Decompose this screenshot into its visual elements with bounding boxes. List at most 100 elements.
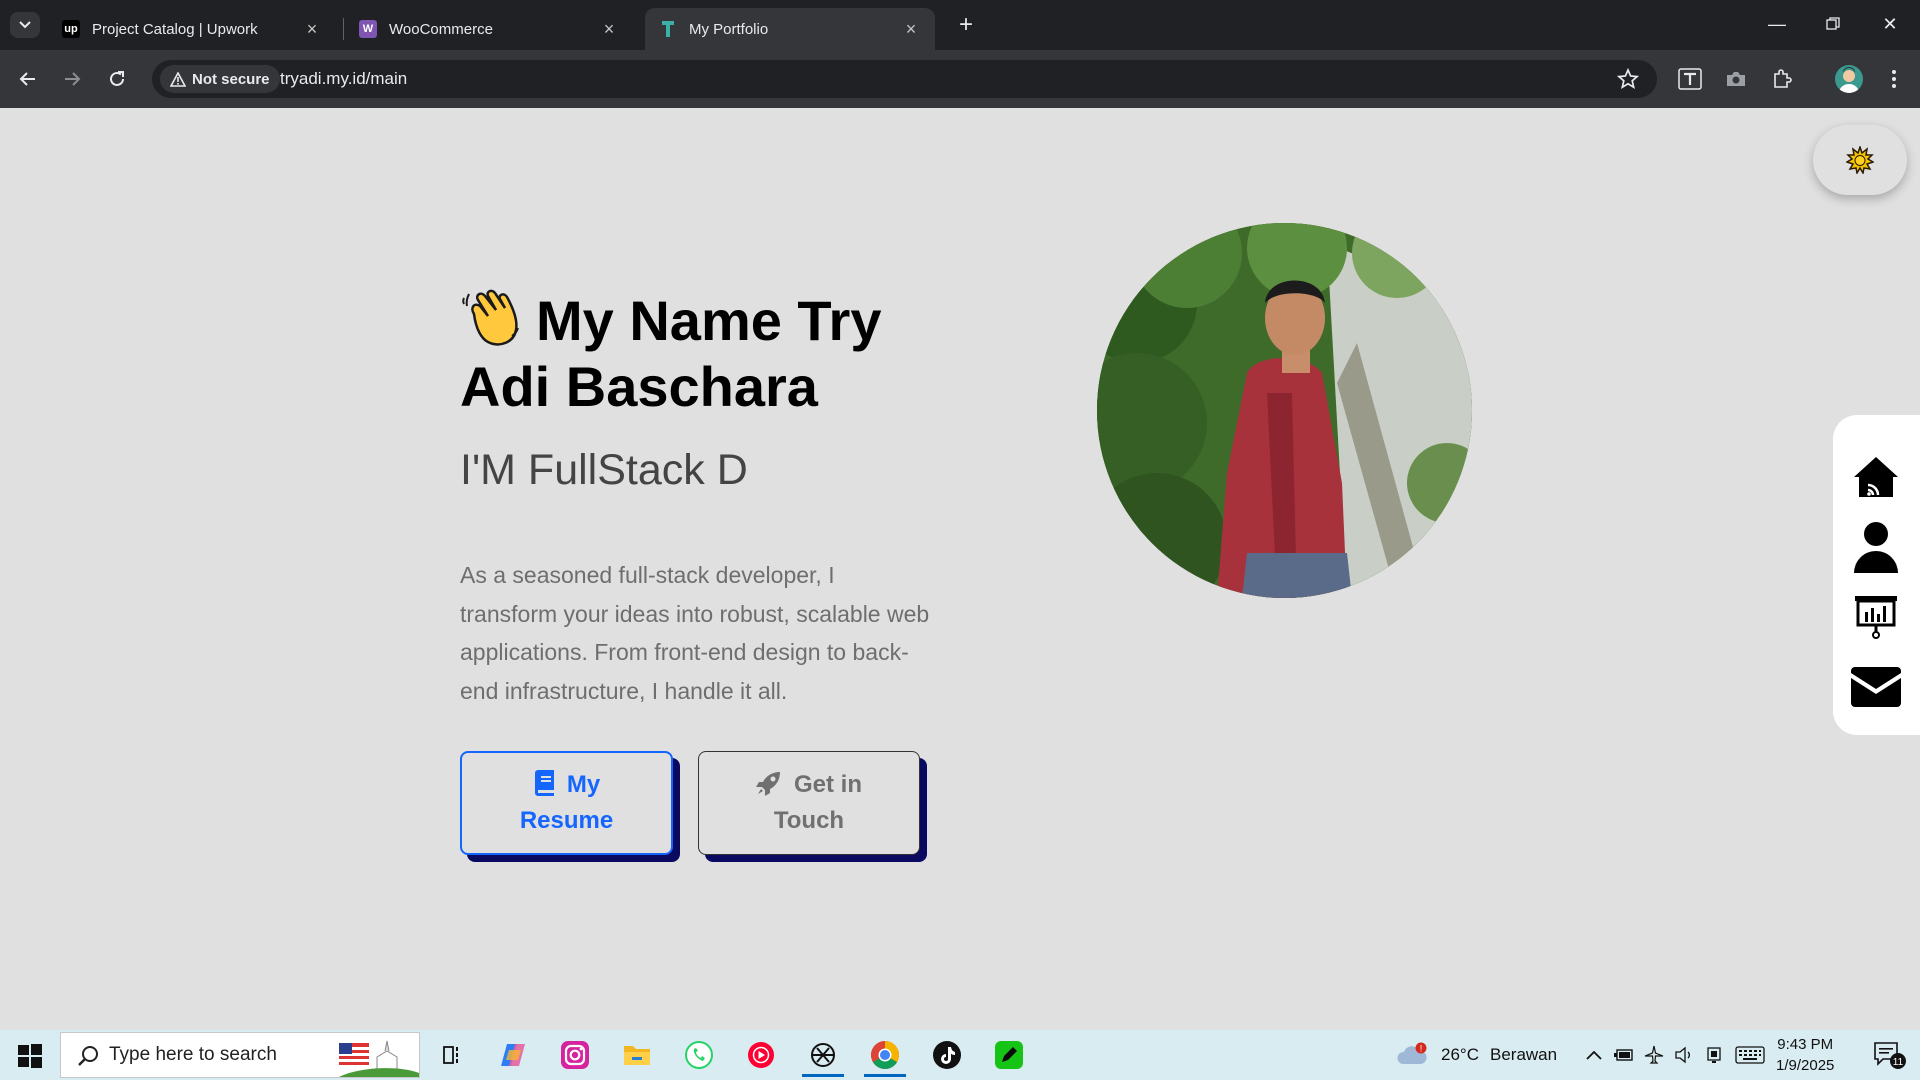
- text-icon: [1678, 68, 1702, 90]
- envelope-icon: [1851, 667, 1901, 707]
- theme-toggle-button[interactable]: [1813, 125, 1907, 195]
- nav-contact-button[interactable]: [1849, 660, 1903, 714]
- my-resume-button[interactable]: My Resume: [460, 751, 673, 855]
- minimize-button[interactable]: —: [1757, 10, 1797, 38]
- puzzle-icon: [1774, 69, 1792, 88]
- close-icon[interactable]: ×: [302, 19, 322, 40]
- tab-title: Project Catalog | Upwork: [92, 20, 258, 38]
- copilot-icon: [501, 1044, 525, 1066]
- new-tab-button[interactable]: +: [952, 12, 980, 40]
- copilot-app[interactable]: [486, 1033, 540, 1077]
- camera-icon: [1727, 72, 1745, 86]
- keyboard-tray[interactable]: [1732, 1033, 1768, 1077]
- arrow-left-icon: [19, 72, 35, 86]
- url-text[interactable]: tryadi.my.id/main: [280, 69, 407, 89]
- search-placeholder: Type here to search: [109, 1044, 277, 1065]
- browser-menu-button[interactable]: [1880, 65, 1908, 93]
- airplane-mode-tray[interactable]: [1642, 1033, 1666, 1077]
- cloud-icon: !: [1397, 1042, 1427, 1064]
- forward-button[interactable]: [58, 65, 86, 93]
- notification-count-badge: 11: [1893, 1057, 1904, 1068]
- tab-my-portfolio[interactable]: My Portfolio ×: [645, 8, 935, 50]
- portfolio-icon: [659, 20, 677, 38]
- green-app[interactable]: [982, 1033, 1036, 1077]
- warning-icon: [170, 71, 186, 87]
- resume-label-line2: Resume: [519, 807, 614, 834]
- security-indicator[interactable]: Not secure: [160, 65, 280, 93]
- close-window-button[interactable]: ✕: [1870, 10, 1910, 38]
- airplane-icon: [1644, 1045, 1664, 1064]
- folder-icon: [624, 1046, 650, 1065]
- windows-taskbar: Type here to search ! 26°C Berawan 9:43 …: [0, 1030, 1920, 1080]
- windows-icon: [18, 1044, 42, 1068]
- notification-icon: 11: [1874, 1042, 1906, 1069]
- battery-icon: [1614, 1049, 1633, 1061]
- presentation-icon: [1855, 596, 1897, 639]
- display-tray[interactable]: [1702, 1033, 1726, 1077]
- nav-home-button[interactable]: [1849, 450, 1903, 504]
- battery-tray[interactable]: [1612, 1033, 1636, 1077]
- tab-title: My Portfolio: [689, 20, 769, 38]
- taskbar-search[interactable]: Type here to search: [60, 1032, 420, 1078]
- touch-label-line1: Get in: [793, 771, 862, 798]
- more-vert-icon: [1892, 70, 1896, 88]
- instagram-app[interactable]: [548, 1033, 602, 1077]
- touch-label-line2: Touch: [773, 807, 845, 834]
- close-icon[interactable]: ×: [901, 19, 921, 40]
- waving-hand-icon: [460, 284, 526, 350]
- tab-search-button[interactable]: [10, 12, 40, 38]
- reload-icon: [110, 71, 124, 86]
- chevron-up-icon: [1586, 1050, 1602, 1060]
- whatsapp-app[interactable]: [672, 1033, 726, 1077]
- extensions-button[interactable]: [1768, 65, 1796, 93]
- rocket-icon: [755, 772, 780, 796]
- show-hidden-icons-button[interactable]: [1582, 1033, 1606, 1077]
- resume-label-line1: My: [566, 771, 601, 798]
- upwork-icon: up: [62, 20, 80, 38]
- tab-upwork[interactable]: up Project Catalog | Upwork ×: [48, 8, 336, 50]
- restore-button[interactable]: [1813, 10, 1853, 38]
- clock-time: 9:43 PM: [1777, 1036, 1834, 1053]
- weather-temperature[interactable]: 26°C: [1441, 1045, 1479, 1065]
- portfolio-page: My Name Try Adi Baschara I'M FullStack D…: [0, 108, 1920, 1030]
- notification-center-button[interactable]: 11: [1866, 1033, 1914, 1077]
- screenshot-button[interactable]: [1722, 65, 1750, 93]
- nav-about-button[interactable]: [1849, 520, 1903, 574]
- close-icon[interactable]: ×: [599, 19, 619, 40]
- tiktok-icon: [933, 1041, 961, 1069]
- start-button[interactable]: [10, 1042, 50, 1070]
- display-icon: [1707, 1047, 1721, 1063]
- address-bar[interactable]: Not secure tryadi.my.id/main: [152, 60, 1657, 98]
- home-icon: [1854, 457, 1898, 497]
- get-in-touch-button[interactable]: Get in Touch: [698, 751, 920, 855]
- profile-icon: [1839, 67, 1859, 93]
- bookmark-star-icon[interactable]: [1616, 67, 1640, 95]
- hero-title: My Name Try Adi Baschara: [460, 284, 960, 420]
- speaker-icon: [1675, 1046, 1690, 1064]
- weather-widget-icon-holder[interactable]: !: [1392, 1033, 1432, 1077]
- profile-avatar[interactable]: [1835, 65, 1863, 93]
- pen-icon: [995, 1041, 1023, 1069]
- file-explorer-app[interactable]: [610, 1033, 664, 1077]
- reload-button[interactable]: [103, 65, 131, 93]
- chevron-down-icon: [19, 21, 31, 29]
- nav-projects-button[interactable]: [1849, 590, 1903, 644]
- task-view-button[interactable]: [424, 1033, 478, 1077]
- chatgpt-app[interactable]: [796, 1033, 850, 1077]
- weather-alert-badge: !: [1420, 1044, 1423, 1054]
- translate-button[interactable]: [1676, 65, 1704, 93]
- woocommerce-icon: W: [359, 20, 377, 38]
- user-icon: [1854, 522, 1898, 573]
- system-clock[interactable]: 9:43 PM 1/9/2025: [1776, 1034, 1834, 1076]
- search-highlight-image: [339, 1040, 419, 1077]
- weather-description[interactable]: Berawan: [1490, 1045, 1557, 1065]
- tiktok-app[interactable]: [920, 1033, 974, 1077]
- tab-woocommerce[interactable]: W WooCommerce ×: [345, 8, 633, 50]
- volume-tray[interactable]: [1672, 1033, 1696, 1077]
- hero-description: As a seasoned full-stack developer, I tr…: [460, 562, 930, 704]
- back-button[interactable]: [14, 65, 42, 93]
- youtube-music-app[interactable]: [734, 1033, 788, 1077]
- browser-tab-strip: up Project Catalog | Upwork × W WooComme…: [0, 0, 1920, 50]
- task-view-icon: [443, 1046, 458, 1064]
- chrome-app[interactable]: [858, 1033, 912, 1077]
